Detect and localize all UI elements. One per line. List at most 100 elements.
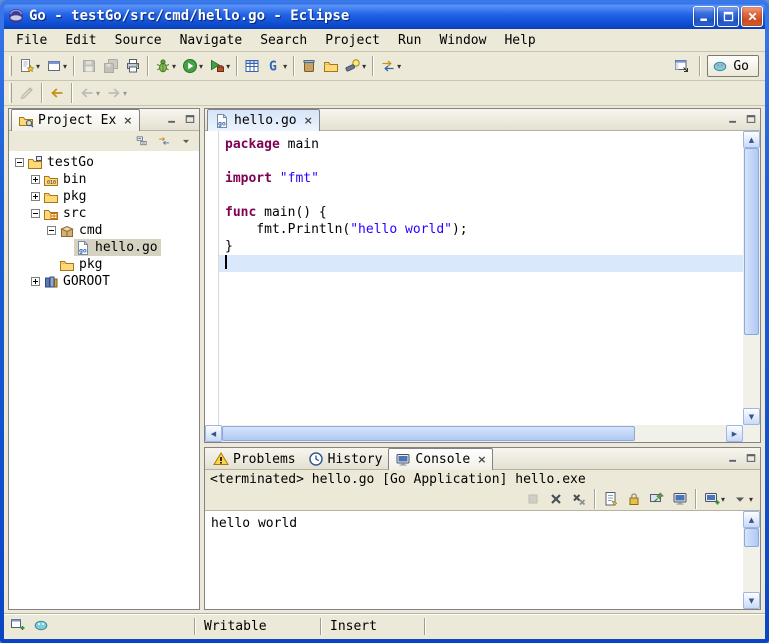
- pin-console-button[interactable]: [646, 489, 668, 509]
- new-window-icon: [46, 58, 62, 74]
- toolbar-handle[interactable]: [9, 83, 12, 103]
- minimize-view-button[interactable]: [724, 110, 742, 128]
- editor-horizontal-scrollbar[interactable]: ◀ ▶: [205, 425, 743, 442]
- tree-expander-icon[interactable]: [29, 277, 42, 286]
- tree-item-testgo[interactable]: testGo: [9, 154, 199, 171]
- maximize-view-button[interactable]: [742, 449, 760, 467]
- scroll-left-icon[interactable]: ◀: [205, 425, 222, 442]
- maximize-button[interactable]: [717, 6, 739, 27]
- editor-vertical-scrollbar[interactable]: ▲ ▼: [743, 131, 760, 425]
- tab-project-explorer[interactable]: Project Ex ×: [11, 109, 140, 131]
- project-tree[interactable]: testGo010binpkgsrccmdgohello.gopkgGOROOT: [9, 151, 199, 609]
- jar-button[interactable]: [298, 55, 320, 77]
- debug-button[interactable]: ▾: [152, 55, 179, 77]
- team-sync-button[interactable]: ▾: [377, 55, 404, 77]
- open-console-button[interactable]: ▾: [701, 489, 728, 509]
- terminate-button[interactable]: [522, 489, 544, 509]
- code-editor[interactable]: package mainimport "fmt"func main() { fm…: [219, 131, 743, 425]
- scroll-right-icon[interactable]: ▶: [726, 425, 743, 442]
- new-window-button[interactable]: ▾: [43, 55, 70, 77]
- tree-expander-icon[interactable]: [29, 175, 42, 184]
- new-wizard-button[interactable]: ▾: [16, 55, 43, 77]
- scroll-up-icon[interactable]: ▲: [743, 511, 760, 528]
- menu-project[interactable]: Project: [316, 31, 389, 50]
- tab-problems[interactable]: Problems: [207, 449, 302, 469]
- save-button[interactable]: [78, 55, 100, 77]
- minimize-view-button[interactable]: [163, 110, 181, 128]
- tree-item-src[interactable]: src: [9, 205, 199, 222]
- go-perspective-button[interactable]: Go: [707, 55, 759, 77]
- folder-button[interactable]: [320, 55, 342, 77]
- remove-launch-button[interactable]: [545, 489, 567, 509]
- clear-console-button[interactable]: [600, 489, 622, 509]
- menu-file[interactable]: File: [7, 31, 56, 50]
- console-menu-button[interactable]: ▾: [729, 489, 756, 509]
- tree-item-goroot[interactable]: GOROOT: [9, 273, 199, 290]
- tree-expander-icon[interactable]: [29, 192, 42, 201]
- forward-button[interactable]: ▾: [103, 82, 130, 104]
- print-button[interactable]: [122, 55, 144, 77]
- display-console-button[interactable]: [669, 489, 691, 509]
- tree-item-pkg[interactable]: pkg: [9, 256, 199, 273]
- title-bar[interactable]: Go - testGo/src/cmd/hello.go - Eclipse: [4, 3, 765, 29]
- go-trim-button[interactable]: [33, 617, 49, 637]
- tree-item-cmd[interactable]: cmd: [9, 222, 199, 239]
- scroll-up-icon[interactable]: ▲: [743, 131, 760, 148]
- toolbar-handle[interactable]: [9, 56, 12, 76]
- annotation-ruler[interactable]: [205, 131, 219, 425]
- external-tools-button[interactable]: ▾: [206, 55, 233, 77]
- console-tabbar: ProblemsHistoryConsole×: [205, 448, 760, 470]
- close-button[interactable]: [741, 6, 763, 27]
- console-vertical-scrollbar[interactable]: ▲ ▼: [743, 511, 760, 609]
- collapse-all-button[interactable]: [132, 132, 152, 150]
- close-tab-icon[interactable]: ×: [123, 114, 132, 127]
- menu-search[interactable]: Search: [251, 31, 316, 50]
- remove-all-button[interactable]: [568, 489, 590, 509]
- tree-item-hello-go[interactable]: gohello.go: [9, 239, 199, 256]
- back-gold-button[interactable]: [46, 82, 68, 104]
- tree-item-bin[interactable]: 010bin: [9, 171, 199, 188]
- scrollbar-thumb[interactable]: [744, 148, 759, 335]
- menu-help[interactable]: Help: [495, 31, 544, 50]
- go-grid-button[interactable]: [241, 55, 263, 77]
- scroll-lock-button[interactable]: [623, 489, 645, 509]
- menu-navigate[interactable]: Navigate: [171, 31, 252, 50]
- tab-console[interactable]: Console×: [388, 448, 493, 470]
- scroll-down-icon[interactable]: ▼: [743, 592, 760, 609]
- minimize-button[interactable]: [693, 6, 715, 27]
- last-edit-icon: [19, 85, 35, 101]
- dropdown-arrow-icon: ▾: [172, 62, 176, 71]
- menu-source[interactable]: Source: [106, 31, 171, 50]
- tree-expander-icon[interactable]: [13, 158, 26, 167]
- scrollbar-thumb[interactable]: [222, 426, 635, 441]
- open-perspective-button[interactable]: [671, 55, 693, 77]
- tree-expander-icon[interactable]: [45, 226, 58, 235]
- maximize-view-button[interactable]: [742, 110, 760, 128]
- minimize-view-button[interactable]: [724, 449, 742, 467]
- maximize-view-button[interactable]: [181, 110, 199, 128]
- menu-window[interactable]: Window: [430, 31, 495, 50]
- back-button[interactable]: ▾: [76, 82, 103, 104]
- menu-run[interactable]: Run: [389, 31, 430, 50]
- console-output[interactable]: hello world: [205, 511, 743, 609]
- tree-item-pkg[interactable]: pkg: [9, 188, 199, 205]
- close-tab-icon[interactable]: ×: [304, 114, 313, 127]
- scrollbar-thumb[interactable]: [744, 528, 759, 547]
- run-button[interactable]: ▾: [179, 55, 206, 77]
- link-editor-button[interactable]: [154, 132, 174, 150]
- close-tab-icon[interactable]: ×: [477, 453, 486, 466]
- scroll-down-icon[interactable]: ▼: [743, 408, 760, 425]
- go-g-button[interactable]: G▾: [263, 55, 290, 77]
- tab-history[interactable]: History: [302, 449, 389, 469]
- tree-expander-icon[interactable]: [29, 209, 42, 218]
- save-all-button[interactable]: [100, 55, 122, 77]
- view-menu-button[interactable]: [176, 132, 196, 150]
- code-line-7: }: [219, 238, 743, 255]
- search-button[interactable]: ▾: [342, 55, 369, 77]
- tab-hello-go[interactable]: go hello.go ×: [207, 109, 320, 131]
- code-token: }: [225, 239, 233, 254]
- last-edit-button[interactable]: [16, 82, 38, 104]
- history-icon: [308, 451, 324, 467]
- menu-edit[interactable]: Edit: [56, 31, 105, 50]
- fast-view-button[interactable]: [10, 617, 26, 637]
